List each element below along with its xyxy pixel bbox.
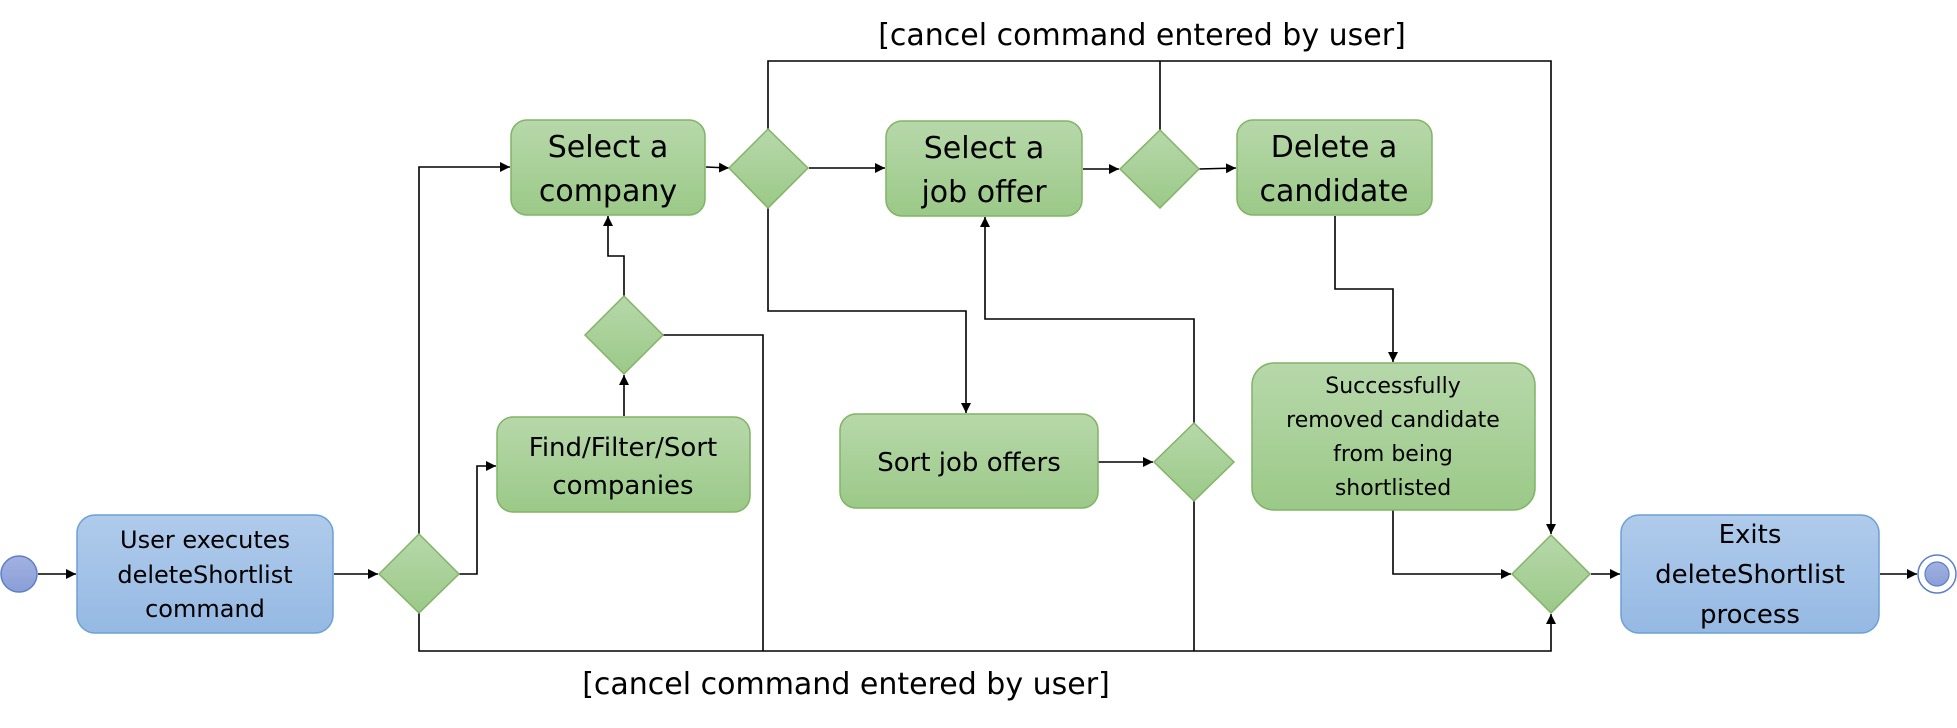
exits-line-3: process [1700, 600, 1800, 630]
exits-line-2: deleteShortlist [1655, 560, 1845, 590]
edge-success-to-merge [1392, 510, 1511, 579]
success-line-1: Successfully [1325, 374, 1461, 399]
edge-decision1-cancel [418, 613, 1556, 652]
edge-decisionF-to-select-company [603, 216, 625, 296]
action-delete-candidate: Delete a candidate [1236, 119, 1433, 216]
user-executes-line-2: deleteShortlist [117, 561, 292, 589]
action-success: Successfully removed candidate from bein… [1251, 362, 1536, 511]
decision-merge-final [1510, 533, 1592, 615]
exits-line-1: Exits [1719, 520, 1782, 550]
success-line-2: removed candidate [1286, 408, 1500, 433]
action-sort-job-offers: Sort job offers [839, 413, 1099, 509]
edge-decision1-to-find-filter-sort [459, 461, 496, 575]
edge-decisionS-to-select-job [980, 217, 1195, 423]
edge-decision-a-to-sort-jobs [767, 208, 971, 413]
edge-decision-b-to-delete [1198, 163, 1237, 174]
select-company-line-1: Select a [548, 130, 668, 165]
edge-select-company-to-decision-a [705, 162, 730, 173]
decision-after-user [377, 532, 461, 615]
sort-job-offers-line-1: Sort job offers [877, 448, 1061, 478]
user-executes-line-3: command [145, 595, 265, 623]
guard-label-top: [cancel command entered by user] [878, 18, 1406, 53]
decision-after-select-job [1118, 128, 1201, 210]
action-select-job-offer: Select a job offer [885, 120, 1083, 217]
action-find-filter-sort: Find/Filter/Sort companies [496, 416, 751, 513]
action-user-executes: User executes deleteShortlist command [76, 514, 334, 634]
delete-candidate-line-2: candidate [1260, 174, 1409, 209]
start-node-icon [0, 555, 38, 593]
activity-diagram: User executes deleteShortlist command Se… [0, 18, 1957, 702]
action-exits: Exits deleteShortlist process [1620, 514, 1880, 634]
decision-after-find [583, 294, 665, 376]
select-job-offer-line-1: Select a [924, 131, 1044, 166]
decision-after-select-company [727, 127, 810, 210]
success-line-3: from being [1333, 442, 1453, 467]
action-select-company: Select a company [510, 119, 706, 216]
edge-delete-to-success [1334, 216, 1398, 362]
guard-label-bottom: [cancel command entered by user] [582, 667, 1110, 702]
find-filter-sort-line-2: companies [552, 471, 693, 501]
select-company-line-2: company [539, 174, 677, 209]
user-executes-line-1: User executes [120, 526, 290, 554]
delete-candidate-line-1: Delete a [1271, 130, 1398, 165]
end-node-icon [1917, 554, 1957, 594]
select-job-offer-line-2: job offer [920, 175, 1047, 210]
success-line-4: shortlisted [1335, 476, 1451, 501]
decision-after-sort-jobs [1152, 421, 1236, 503]
find-filter-sort-line-1: Find/Filter/Sort [529, 433, 717, 463]
